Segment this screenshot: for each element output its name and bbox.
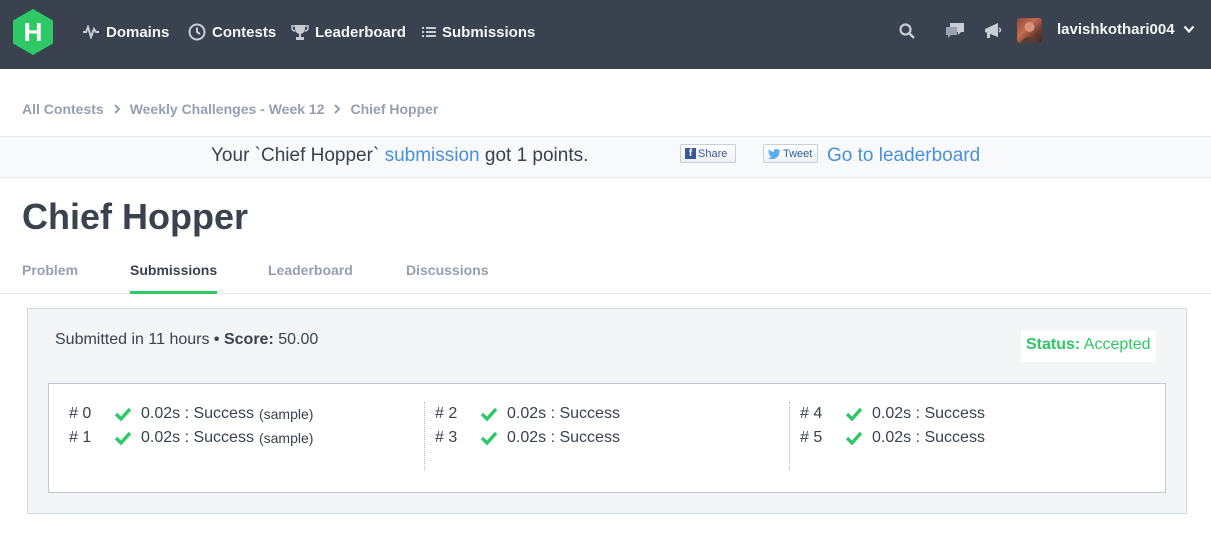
testcase-result: 0.02s : Success (141, 405, 254, 422)
status-badge: Status: Accepted (1021, 330, 1156, 362)
checkmark-icon (114, 407, 141, 421)
tab-submissions[interactable]: Submissions (130, 262, 218, 294)
submission-summary: Submitted in 11 hours • Score: 50.00 (55, 331, 319, 348)
checkmark-icon (480, 407, 507, 421)
share-label: Share (698, 147, 728, 160)
testcase-column: # 4 0.02s : Success # 5 0.02s : Success (789, 402, 1149, 470)
testcase-row: # 5 0.02s : Success (800, 426, 1149, 450)
testcase-row: # 2 0.02s : Success (435, 402, 789, 426)
chevron-right-icon (113, 104, 121, 114)
testcase-number: # 5 (800, 429, 823, 446)
avatar[interactable] (1017, 18, 1042, 43)
tab-discussions[interactable]: Discussions (406, 262, 488, 294)
go-to-leaderboard-link[interactable]: Go to leaderboard (827, 145, 980, 167)
testcase-results: # 0 0.02s : Success (sample) # 1 0.02s :… (48, 383, 1166, 493)
breadcrumb-challenge[interactable]: Chief Hopper (350, 101, 438, 117)
testcase-row: # 0 0.02s : Success (sample) (69, 402, 424, 426)
score-label: Score: (223, 331, 274, 348)
testcase-row: # 1 0.02s : Success (sample) (69, 426, 424, 450)
checkmark-icon (845, 431, 872, 445)
hackerrank-logo[interactable]: H (11, 8, 55, 56)
testcase-result: 0.02s : Success (507, 429, 620, 446)
testcase-result: 0.02s : Success (141, 429, 254, 446)
testcase-result: 0.02s : Success (872, 429, 985, 446)
points-banner: Your `Chief Hopper` submission got 1 poi… (0, 136, 1211, 178)
score-value: 50.00 (278, 331, 319, 348)
tab-leaderboard[interactable]: Leaderboard (268, 262, 353, 294)
nav-contests-link[interactable]: Contests (188, 22, 276, 42)
submission-card: Submitted in 11 hours • Score: 50.00 Sta… (27, 308, 1187, 514)
tweet-label: Tweet (783, 147, 813, 160)
testcase-column: # 2 0.02s : Success # 3 0.02s : Success (424, 402, 789, 470)
clock-icon (188, 23, 206, 41)
testcase-number: # 2 (435, 405, 458, 422)
top-navbar: H Domains Contests Leaderboard Submissio… (0, 0, 1211, 69)
trophy-icon (291, 25, 309, 40)
status-value: Accepted (1083, 336, 1151, 353)
chevron-right-icon (333, 104, 341, 114)
checkmark-icon (845, 407, 872, 421)
breadcrumb-all-contests[interactable]: All Contests (22, 101, 104, 117)
nav-submissions-label: Submissions (442, 23, 536, 41)
testcase-number: # 3 (435, 429, 458, 446)
checkmark-icon (114, 431, 141, 445)
list-icon (422, 27, 436, 37)
nav-leaderboard-label: Leaderboard (315, 23, 406, 41)
chevron-down-icon[interactable] (1183, 25, 1195, 34)
submission-link[interactable]: submission (385, 145, 480, 166)
challenge-tabs: Problem Submissions Leaderboard Discussi… (0, 258, 1211, 294)
testcase-number: # 4 (800, 405, 823, 422)
facebook-share-button[interactable]: f Share (680, 144, 736, 163)
nav-domains-link[interactable]: Domains (82, 22, 169, 42)
search-icon[interactable] (896, 20, 918, 42)
testcase-row: # 3 0.02s : Success (435, 426, 789, 450)
nav-leaderboard-link[interactable]: Leaderboard (291, 22, 406, 42)
testcase-number: # 1 (69, 429, 92, 446)
nav-domains-label: Domains (106, 23, 170, 41)
facebook-icon: f (685, 148, 696, 159)
testcase-result: 0.02s : Success (872, 405, 985, 422)
testcase-note: (sample) (258, 430, 314, 446)
chat-icon[interactable] (944, 20, 966, 42)
submitted-time: Submitted in 11 hours (55, 331, 210, 348)
status-label: Status: (1026, 336, 1081, 353)
page-title: Chief Hopper (22, 196, 249, 237)
announcement-icon[interactable] (982, 20, 1004, 42)
breadcrumb-contest[interactable]: Weekly Challenges - Week 12 (130, 101, 325, 117)
testcase-note: (sample) (258, 406, 314, 422)
username-menu[interactable]: lavishkothari004 (1057, 21, 1175, 38)
tab-problem[interactable]: Problem (22, 262, 78, 294)
testcase-row: # 4 0.02s : Success (800, 402, 1149, 426)
banner-suffix: got 1 points. (484, 145, 589, 166)
nav-contests-label: Contests (212, 23, 277, 41)
svg-text:H: H (24, 17, 43, 47)
nav-submissions-link[interactable]: Submissions (422, 22, 535, 42)
pulse-icon (83, 25, 99, 39)
twitter-icon (768, 149, 780, 159)
testcase-number: # 0 (69, 405, 92, 422)
testcase-column: # 0 0.02s : Success (sample) # 1 0.02s :… (69, 402, 424, 470)
testcase-result: 0.02s : Success (507, 405, 620, 422)
banner-message: Your `Chief Hopper` submission got 1 poi… (211, 145, 588, 167)
tweet-button[interactable]: Tweet (763, 144, 818, 163)
breadcrumb: All Contests Weekly Challenges - Week 12… (22, 101, 438, 117)
banner-prefix: Your `Chief Hopper` (211, 145, 380, 166)
checkmark-icon (480, 431, 507, 445)
